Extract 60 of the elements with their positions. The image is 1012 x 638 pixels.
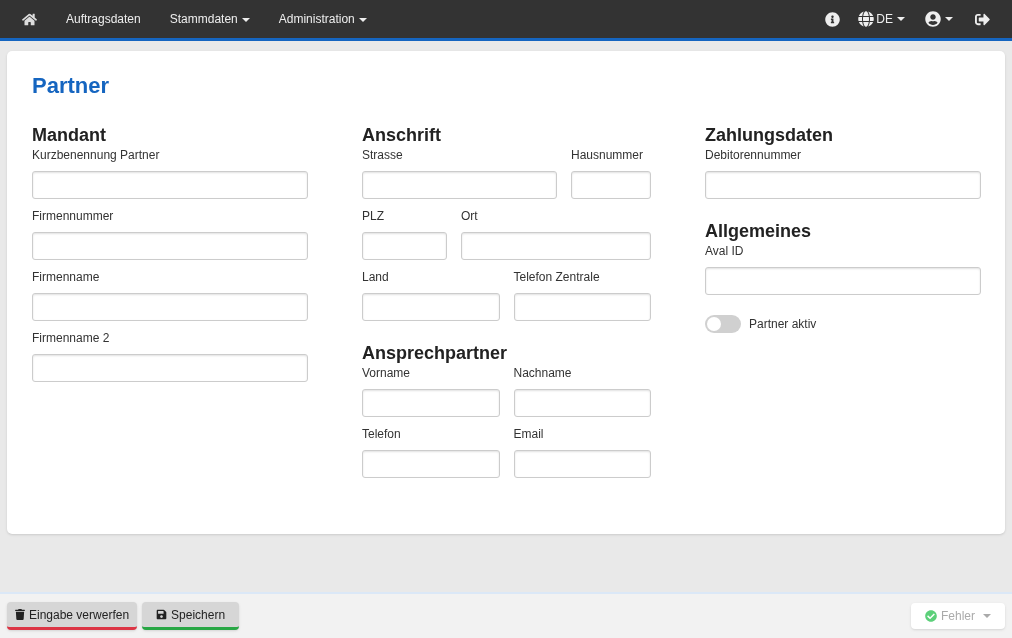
field-label: Firmenname 2 (32, 330, 111, 346)
field-label: Hausnummer (571, 147, 645, 163)
caret-icon (945, 17, 953, 21)
user-menu[interactable] (925, 11, 953, 27)
input-field[interactable] (32, 293, 308, 321)
field-label: Email (513, 426, 545, 442)
input-field[interactable] (362, 293, 500, 321)
input-field[interactable] (362, 450, 500, 478)
input-field[interactable] (513, 293, 651, 321)
trash-icon (15, 609, 25, 620)
input-field[interactable] (571, 171, 651, 199)
info-icon[interactable] (825, 11, 841, 27)
input-field[interactable] (705, 171, 981, 199)
input-field[interactable] (32, 354, 308, 382)
input-field[interactable] (461, 232, 651, 260)
discard-button[interactable]: Eingabe verwerfen (7, 602, 138, 630)
input-field[interactable] (32, 171, 308, 199)
save-icon (156, 609, 168, 620)
input-field[interactable] (362, 389, 500, 417)
field-label: Land (362, 269, 390, 285)
field-label: Aval ID (705, 243, 745, 259)
caret-icon (358, 17, 367, 22)
user-icon (925, 11, 941, 27)
caret-icon (897, 17, 905, 21)
section-heading: Zahlungsdaten (705, 124, 834, 147)
logout-icon[interactable] (975, 11, 990, 27)
input-field[interactable] (513, 450, 651, 478)
field-label: Ort (461, 208, 479, 224)
toggle-switch[interactable] (705, 315, 741, 333)
field-label: Telefon (362, 426, 402, 442)
nav-link[interactable]: Stammdaten (169, 10, 250, 28)
input-field[interactable] (362, 232, 447, 260)
home-icon[interactable] (22, 11, 37, 27)
field-label: Nachname (513, 365, 573, 381)
toggle-label: Partner aktiv (749, 316, 817, 333)
field-label: Strasse (362, 147, 404, 163)
section-heading: Ansprechpartner (362, 342, 509, 365)
field-label: Debitorennummer (705, 147, 803, 163)
globe-icon (858, 11, 875, 27)
input-field[interactable] (513, 389, 651, 417)
field-label: Firmennummer (32, 208, 115, 224)
input-field[interactable] (705, 267, 981, 295)
nav-link[interactable]: Auftragsdaten (66, 10, 141, 28)
section-heading: Mandant (32, 124, 107, 147)
page-title: Partner (32, 72, 111, 100)
section-heading: Allgemeines (705, 220, 813, 243)
check-icon (925, 610, 937, 622)
input-field[interactable] (32, 232, 308, 260)
language-menu[interactable]: DE (858, 10, 905, 28)
field-label: Firmenname (32, 269, 101, 285)
field-label: Telefon Zentrale (513, 269, 601, 285)
caret-icon (983, 614, 991, 618)
section-heading: Anschrift (362, 124, 442, 147)
nav-link[interactable]: Administration (278, 10, 367, 28)
field-label: Kurzbenennung Partner (32, 147, 161, 163)
input-field[interactable] (362, 171, 557, 199)
caret-icon (241, 17, 250, 22)
field-label: PLZ (362, 208, 385, 224)
save-button[interactable]: Speichern (142, 602, 240, 630)
field-label: Vorname (362, 365, 412, 381)
